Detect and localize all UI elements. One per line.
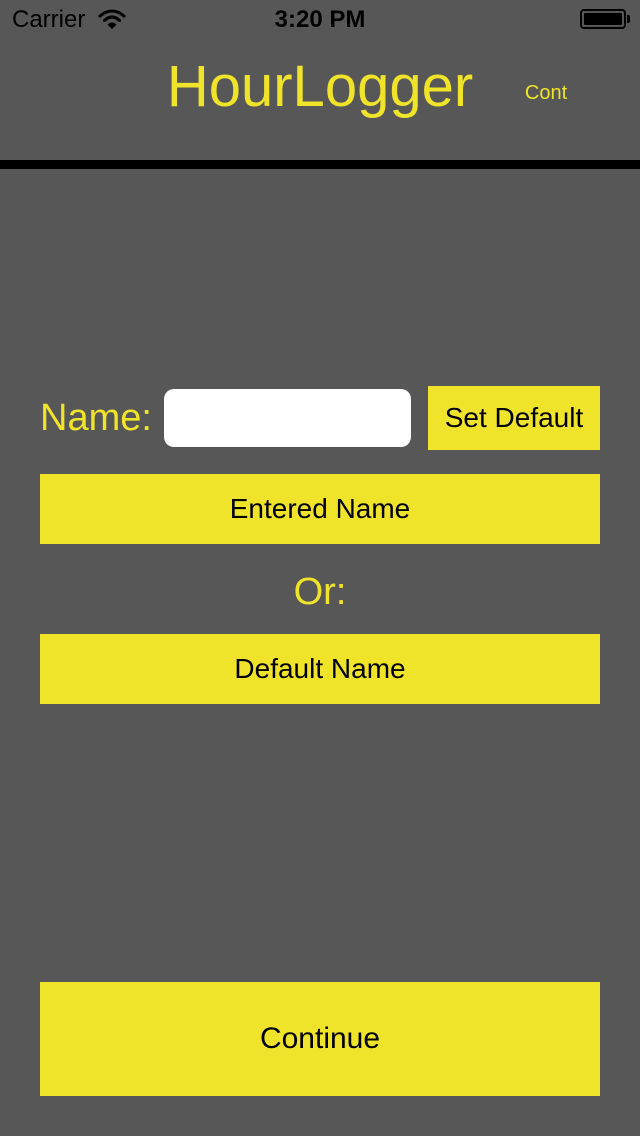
status-bar: Carrier 3:20 PM — [0, 0, 640, 40]
battery-icon — [580, 9, 626, 29]
battery-tip — [627, 15, 630, 23]
set-default-button[interactable]: Set Default — [428, 386, 600, 450]
name-input[interactable] — [164, 389, 411, 447]
cont-button[interactable]: Cont — [518, 78, 574, 108]
header-divider — [0, 160, 640, 169]
entered-name-button[interactable]: Entered Name — [40, 474, 600, 544]
name-label: Name: — [40, 397, 152, 439]
default-name-button[interactable]: Default Name — [40, 634, 600, 704]
continue-button[interactable]: Continue — [40, 982, 600, 1096]
status-time: 3:20 PM — [274, 6, 366, 33]
battery-level — [584, 13, 622, 25]
or-label: Or: — [293, 571, 347, 613]
